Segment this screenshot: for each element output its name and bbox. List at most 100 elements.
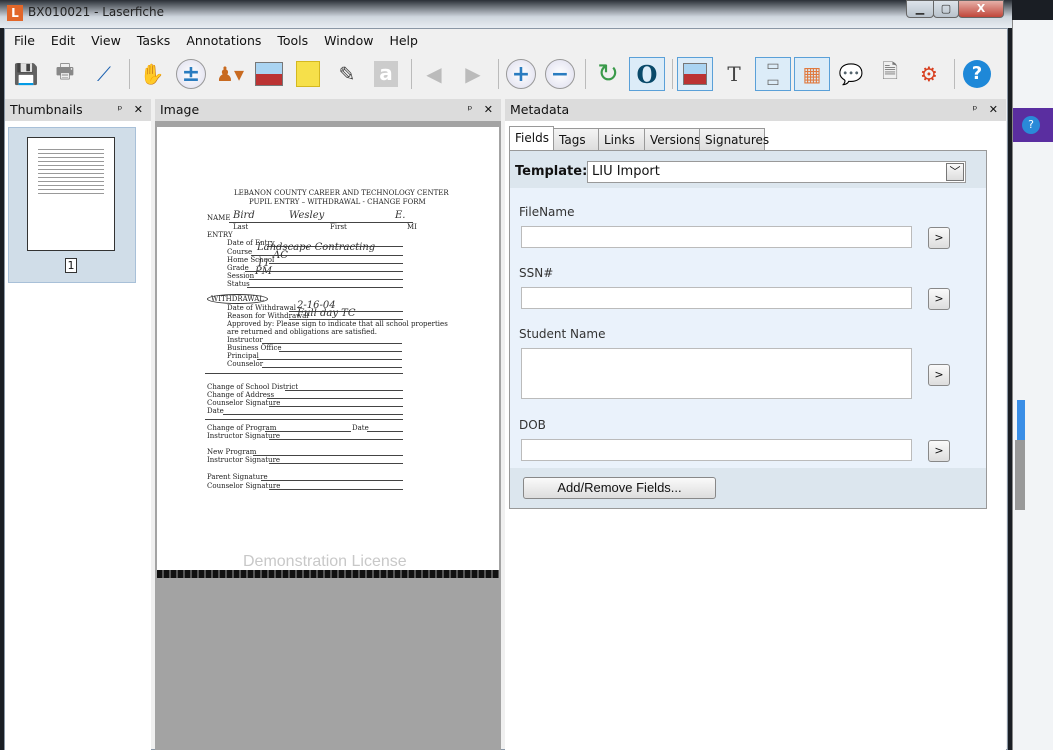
pin-close-icons[interactable]: ᵖ ✕ [118,99,147,121]
close-button[interactable]: X [958,0,1004,18]
scrollbar[interactable] [1015,440,1025,510]
dob-input[interactable] [521,439,912,461]
template-value: LIU Import [592,164,660,179]
doc-text: Counselor [227,360,264,368]
chevron-down-icon[interactable]: ﹀ [946,163,964,181]
ssn-expand-button[interactable]: > [928,288,950,310]
add-remove-fields-button[interactable]: Add/Remove Fields... [523,477,716,499]
tab-links[interactable]: Links [598,128,645,150]
menu-window[interactable]: Window [315,31,380,51]
field-label-ssn: SSN# [519,266,554,280]
toolbar-separator [954,59,955,89]
fields-pane-icon[interactable]: ▭ ▭ [755,57,791,91]
doc-text: Approved by: Please sign to indicate tha… [227,320,448,328]
doc-text: Date [207,407,224,415]
page-thumbnail[interactable] [27,137,115,251]
text-annotation-icon[interactable]: a [368,57,404,91]
tab-fields[interactable]: Fields [509,126,554,150]
filename-input[interactable] [521,226,912,248]
tab-tags[interactable]: Tags [553,128,599,150]
toolbar: 💾 🖶 ⟋ ✋ ± ♟▾ ✎ a ◀ ▶ + − ↻ O T ▭ ▭ ▦ 💬 🗎 … [8,55,998,93]
highlighter-icon[interactable]: ✎ [329,57,365,91]
student-name-input[interactable] [521,348,912,399]
panel-title: Image [160,102,200,117]
doc-subheader: PUPIL ENTRY – WITHDRAWAL - CHANGE FORM [249,198,426,206]
pin-close-icons[interactable]: ᵖ ✕ [468,99,497,121]
laserfiche-logo-icon: L [7,5,23,21]
zoom-tool-icon[interactable]: ± [173,57,209,91]
field-label-dob: DOB [519,418,546,432]
image-icon[interactable] [251,57,287,91]
doc-text: Last [233,223,249,231]
print-icon[interactable]: 🖶 [47,57,83,91]
panel-title: Thumbnails [10,102,83,117]
doc-text: Business Office [227,344,282,352]
doc-text: First [330,223,347,231]
rotate-icon[interactable]: ↻ [590,57,626,91]
filename-expand-button[interactable]: > [928,227,950,249]
ssn-input[interactable] [521,287,912,309]
thumbnails-panel-header: Thumbnails ᵖ ✕ [5,99,151,121]
metadata-tabs: Fields Tags Links Versions Signatures [509,126,769,150]
selection-highlight [1017,400,1025,440]
stamp-icon[interactable]: ♟▾ [212,57,248,91]
doc-text: New Program [207,448,257,456]
menu-view[interactable]: View [82,31,128,51]
settings-icon[interactable]: ⚙ [911,57,947,91]
sticky-note-icon[interactable] [290,57,326,91]
image-view-icon[interactable] [677,57,713,91]
doc-handwriting: Wesley [289,210,325,221]
toolbar-separator [411,59,412,89]
zoom-in-icon[interactable]: + [503,57,539,91]
dob-expand-button[interactable]: > [928,440,950,462]
save-icon[interactable]: 💾 [8,57,44,91]
zoom-out-icon[interactable]: − [542,57,578,91]
panel-title: Metadata [510,102,570,117]
doc-handwriting: Bird [233,210,255,221]
metadata-panel-header: Metadata ᵖ ✕ [505,99,1006,121]
next-page-icon[interactable]: ▶ [455,57,491,91]
pin-close-icons[interactable]: ᵖ ✕ [973,99,1002,121]
toolbar-separator [585,59,586,89]
template-select[interactable]: LIU Import ﹀ [587,161,966,183]
doc-text: Course [227,248,253,256]
minimize-button[interactable]: ▁ [906,0,934,18]
scan-icon[interactable]: ⟋ [86,57,122,91]
doc-text: ENTRY [207,231,233,239]
window-title: BX010021 - Laserfiche [28,5,164,19]
background-window: ? [1012,20,1053,750]
pan-hand-icon[interactable]: ✋ [134,57,170,91]
help-icon: ? [1022,116,1040,134]
thumbnails-pane-icon[interactable]: ▦ [794,57,830,91]
maximize-button[interactable]: ▢ [933,0,959,18]
doc-handwriting: AC [273,250,288,261]
menu-file[interactable]: File [5,31,42,51]
menu-tasks[interactable]: Tasks [128,31,178,51]
menu-bar: File Edit View Tasks Annotations Tools W… [5,31,425,51]
tab-versions[interactable]: Versions [644,128,700,150]
help-icon[interactable]: ? [959,57,995,91]
menu-tools[interactable]: Tools [268,31,315,51]
doc-header: LEBANON COUNTY CAREER AND TECHNOLOGY CEN… [234,189,449,197]
menu-edit[interactable]: Edit [42,31,82,51]
doc-text: WITHDRAWAL [207,294,268,304]
previous-page-icon[interactable]: ◀ [416,57,452,91]
image-panel-header: Image ᵖ ✕ [155,99,501,121]
tab-signatures[interactable]: Signatures [699,128,769,150]
menu-help[interactable]: Help [380,31,425,51]
toolbar-separator [129,59,130,89]
ocr-icon[interactable]: O [629,57,665,91]
toolbar-separator [672,59,673,89]
document-pane-icon[interactable]: 🗎 [872,57,908,91]
menu-annotations[interactable]: Annotations [177,31,268,51]
doc-handwriting: Full day TC [297,308,356,319]
watermark: Demonstration License [243,553,407,570]
thumbnail-page-number: 1 [65,258,77,273]
doc-text: Change of Address [207,391,275,399]
document-page[interactable]: LEBANON COUNTY CAREER AND TECHNOLOGY CEN… [157,127,499,571]
field-label-student-name: Student Name [519,327,606,341]
doc-text: Instructor [227,336,263,344]
annotations-pane-icon[interactable]: 💬 [833,57,869,91]
text-view-icon[interactable]: T [716,57,752,91]
student-name-expand-button[interactable]: > [928,364,950,386]
